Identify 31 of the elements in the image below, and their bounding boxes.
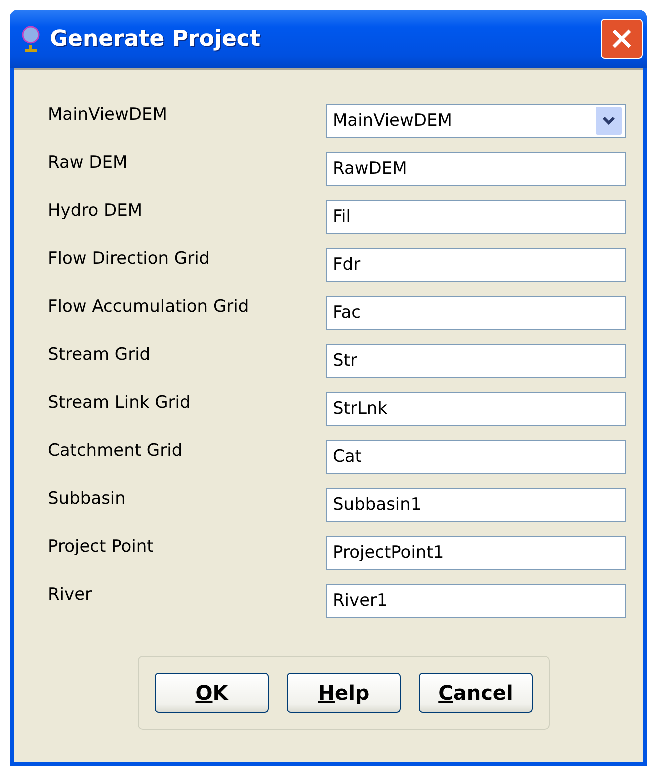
text-field[interactable]: RawDEM bbox=[326, 152, 626, 186]
field-label: Stream Grid bbox=[48, 344, 152, 367]
window-title: Generate Project bbox=[50, 26, 262, 52]
text-field[interactable]: Cat bbox=[326, 440, 626, 474]
field-label: Subbasin bbox=[48, 488, 127, 511]
field-label: MainViewDEM bbox=[48, 104, 168, 127]
field-label: Flow Accumulation Grid bbox=[48, 296, 250, 319]
field-label: Flow Direction Grid bbox=[48, 248, 212, 271]
globe-icon bbox=[20, 25, 42, 53]
text-field[interactable]: StrLnk bbox=[326, 392, 626, 426]
dropdown-field[interactable]: MainViewDEM bbox=[326, 104, 626, 138]
dialog-button[interactable]: OK bbox=[155, 673, 269, 713]
dropdown-button[interactable] bbox=[596, 107, 622, 135]
text-field[interactable]: Fac bbox=[326, 296, 626, 330]
text-field[interactable]: Str bbox=[326, 344, 626, 378]
close-icon bbox=[611, 28, 633, 50]
field-label: Stream Link Grid bbox=[48, 392, 192, 415]
chevron-down-icon bbox=[602, 116, 616, 126]
text-field[interactable]: River1 bbox=[326, 584, 626, 618]
dialog-button[interactable]: Help bbox=[287, 673, 401, 713]
dialog-button[interactable]: Cancel bbox=[419, 673, 533, 713]
text-field[interactable]: Fdr bbox=[326, 248, 626, 282]
field-label: Hydro DEM bbox=[48, 200, 144, 223]
field-label: Catchment Grid bbox=[48, 440, 184, 463]
text-field[interactable]: Fil bbox=[326, 200, 626, 234]
text-field[interactable]: ProjectPoint1 bbox=[326, 536, 626, 570]
close-button[interactable] bbox=[601, 19, 643, 59]
text-field[interactable]: Subbasin1 bbox=[326, 488, 626, 522]
field-label: Raw DEM bbox=[48, 152, 129, 175]
field-label: River bbox=[48, 584, 94, 607]
field-label: Project Point bbox=[48, 536, 155, 559]
